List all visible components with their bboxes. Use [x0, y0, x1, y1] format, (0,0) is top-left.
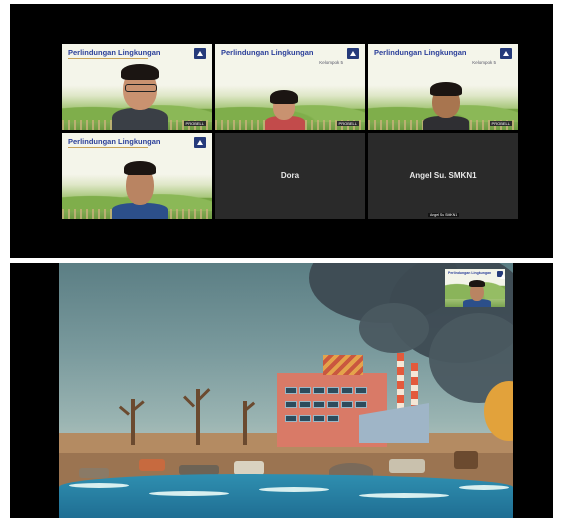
participant-name: Dora: [280, 171, 300, 180]
tile-title: Perlindungan Lingkungan: [374, 48, 467, 57]
logo-icon: [194, 137, 206, 148]
participant-video: [110, 50, 170, 130]
tile-title: Perlindungan Lingkungan: [68, 137, 161, 146]
participant-tile-angel[interactable]: Angel Su. SMKN1 Angel Su SMKN1: [368, 133, 518, 219]
participant-name: Angel Su. SMKN1: [409, 171, 477, 180]
participant-caption: Angel Su SMKN1: [428, 213, 460, 217]
tile-tag: PROBELL: [183, 121, 206, 126]
title-underline: [68, 147, 148, 148]
shared-screen: Perlindungan Lingkungan: [10, 263, 553, 518]
presenter-thumbnail[interactable]: Perlindungan Lingkungan: [445, 269, 505, 307]
tile-title: Perlindungan Lingkungan: [221, 48, 314, 57]
pollution-illustration: Perlindungan Lingkungan: [59, 263, 513, 518]
tile-tag: PROBELL: [489, 121, 512, 126]
participant-tile-2[interactable]: Perlindungan Lingkungan Kelompok 5 PROBE…: [215, 44, 365, 130]
participant-grid: Perlindungan Lingkungan PROBELL Perlindu…: [62, 44, 522, 220]
participant-tile-1[interactable]: Perlindungan Lingkungan PROBELL: [62, 44, 212, 130]
tile-subtitle: Kelompok 5: [319, 60, 343, 65]
logo-icon: [497, 271, 503, 277]
logo-icon: [500, 48, 512, 59]
participant-video: [423, 80, 469, 130]
participant-video: [112, 153, 168, 219]
tile-tag: PROBELL: [336, 121, 359, 126]
pip-title: Perlindungan Lingkungan: [448, 271, 492, 275]
participant-tile-4[interactable]: Perlindungan Lingkungan: [62, 133, 212, 219]
video-gallery: Perlindungan Lingkungan PROBELL Perlindu…: [10, 4, 553, 258]
logo-icon: [194, 48, 206, 59]
logo-icon: [347, 48, 359, 59]
participant-video: [265, 90, 305, 130]
participant-tile-dora[interactable]: Dora: [215, 133, 365, 219]
tile-subtitle: Kelompok 5: [472, 60, 496, 65]
presenter-video: [463, 277, 491, 307]
participant-tile-3[interactable]: Perlindungan Lingkungan Kelompok 5 PROBE…: [368, 44, 518, 130]
